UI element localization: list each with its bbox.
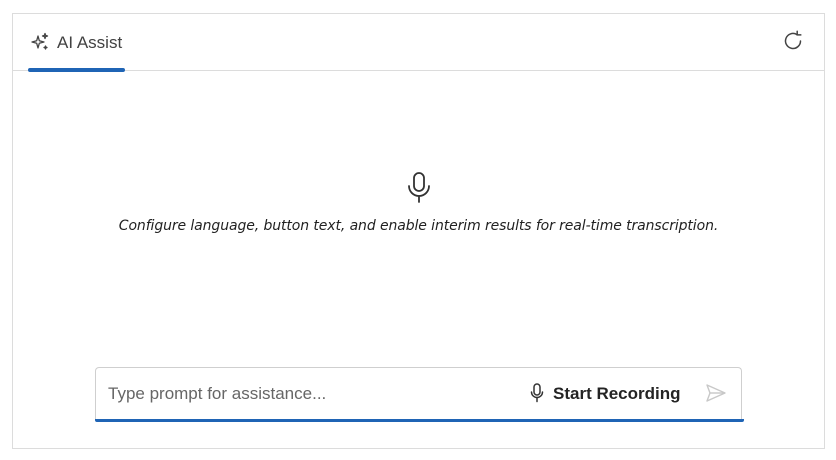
microphone-icon xyxy=(530,382,544,406)
panel-header: AI Assist xyxy=(13,14,824,72)
refresh-icon xyxy=(781,29,805,58)
sparkle-icon xyxy=(30,32,50,52)
prompt-input-bar: Start Recording xyxy=(95,367,744,422)
empty-state-hint: Configure language, button text, and ena… xyxy=(118,218,719,234)
start-recording-label: Start Recording xyxy=(553,384,681,403)
start-recording-button[interactable]: Start Recording xyxy=(528,379,683,409)
tab-label: AI Assist xyxy=(57,33,123,52)
active-tab-indicator xyxy=(28,68,125,72)
prompt-input[interactable] xyxy=(108,368,508,420)
ai-assist-panel: AI Assist Configure language, button tex… xyxy=(12,13,825,449)
refresh-button[interactable] xyxy=(780,29,806,58)
send-icon xyxy=(705,383,727,406)
input-focus-underline xyxy=(95,419,744,422)
tab-ai-assist[interactable]: AI Assist xyxy=(28,14,125,72)
send-button[interactable] xyxy=(703,381,729,407)
empty-state: Configure language, button text, and ena… xyxy=(13,171,824,234)
microphone-icon xyxy=(404,171,434,205)
